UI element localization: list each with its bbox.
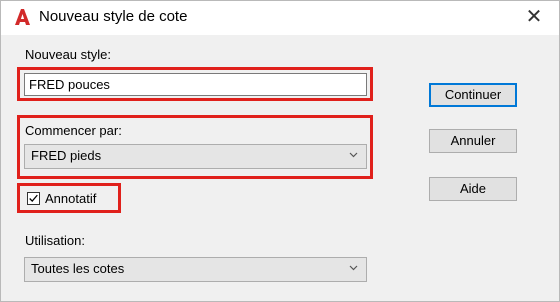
- chevron-down-icon: [349, 152, 358, 158]
- start-with-label: Commencer par:: [25, 123, 122, 138]
- continue-button[interactable]: Continuer: [429, 83, 517, 107]
- start-with-value: FRED pieds: [31, 148, 102, 163]
- chevron-down-icon: [349, 265, 358, 271]
- usage-value: Toutes les cotes: [31, 261, 125, 276]
- help-button[interactable]: Aide: [429, 177, 517, 201]
- autocad-a-icon: [15, 9, 30, 25]
- window-title: Nouveau style de cote: [39, 8, 188, 25]
- close-icon[interactable]: ✕: [523, 6, 545, 28]
- usage-label: Utilisation:: [25, 233, 85, 248]
- dialog-window: Nouveau style de cote ✕ Nouveau style: F…: [0, 0, 560, 302]
- title-bar: Nouveau style de cote ✕: [1, 1, 559, 35]
- annotative-label: Annotatif: [45, 191, 97, 206]
- checkmark-icon: [29, 194, 38, 202]
- annotative-checkbox[interactable]: [27, 192, 40, 205]
- start-with-dropdown[interactable]: FRED pieds: [24, 144, 367, 169]
- cancel-button[interactable]: Annuler: [429, 129, 517, 153]
- new-style-label: Nouveau style:: [25, 47, 111, 62]
- usage-dropdown[interactable]: Toutes les cotes: [24, 257, 367, 282]
- new-style-input[interactable]: FRED pouces: [24, 73, 367, 96]
